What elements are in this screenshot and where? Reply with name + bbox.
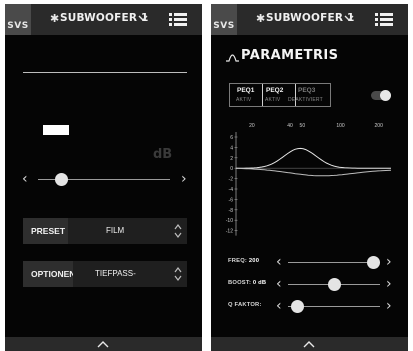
freq-slider-knob[interactable] bbox=[367, 256, 381, 269]
boost-slider-knob[interactable] bbox=[327, 278, 341, 291]
options-value: TIEFPASS- bbox=[95, 269, 136, 278]
section-title: PARAMETRIS bbox=[241, 48, 339, 63]
toggle-knob[interactable] bbox=[380, 90, 391, 101]
parametric-eq-icon bbox=[226, 54, 239, 62]
tab-peq1-name: PEQ1 bbox=[237, 87, 255, 94]
y-tick-label: -6 bbox=[229, 197, 234, 203]
freq-value: 200 bbox=[248, 258, 260, 264]
y-tick-label: -4 bbox=[229, 187, 234, 193]
svs-logo: SVS bbox=[211, 4, 237, 35]
svs-logo: SVS bbox=[5, 4, 31, 35]
boost-left-arrow-icon[interactable]: ‹ bbox=[276, 276, 282, 292]
peq-tab-bar: PEQ1 AKTIV PEQ2 AKTIV PEQ3 DEAKTIVIERT bbox=[229, 83, 331, 107]
y-tick-label: -2 bbox=[229, 177, 234, 183]
tab-peq3[interactable]: PEQ3 DEAKTIVIERT bbox=[288, 84, 332, 106]
right-phone-screen: SVS ✱ SUBWOOFER 1 PARAMETRIS PEQ1 AKTIV … bbox=[211, 4, 408, 351]
eq-curve-total bbox=[236, 167, 392, 177]
chevron-up-icon[interactable] bbox=[302, 340, 316, 349]
x-tick-label: 50 bbox=[300, 123, 306, 129]
x-tick-label: 200 bbox=[375, 123, 384, 129]
y-tick-label: -10 bbox=[226, 218, 233, 224]
tab-peq3-status: DEAKTIVIERT bbox=[288, 97, 323, 103]
tab-peq1-status: AKTIV bbox=[236, 97, 252, 103]
chevron-down-icon[interactable] bbox=[342, 11, 356, 25]
freq-param: FREQ: 200 bbox=[228, 258, 259, 264]
top-bar: SVS ✱ SUBWOOFER 1 bbox=[5, 4, 202, 35]
x-tick-label: 20 bbox=[249, 123, 255, 129]
left-phone-screen: SVS ✱ SUBWOOFER 1 dB ‹ › PRESET FILM OPT… bbox=[5, 4, 202, 351]
eq-response-graph: 6420-2-4-6-8-10-1220 40 50 100 200 bbox=[226, 123, 392, 236]
menu-icon[interactable] bbox=[169, 12, 187, 27]
chevron-down-icon[interactable] bbox=[136, 11, 150, 25]
up-down-icon[interactable] bbox=[173, 265, 183, 283]
preset-value: FILM bbox=[106, 226, 125, 235]
up-down-icon[interactable] bbox=[173, 222, 183, 240]
boost-value: 0 dB bbox=[252, 280, 267, 286]
q-factor-param: Q FAKTOR: bbox=[228, 302, 262, 308]
peq-enable-toggle[interactable] bbox=[371, 90, 391, 101]
tab-peq2-status: AKTIV bbox=[265, 97, 281, 103]
db-unit: dB bbox=[153, 147, 173, 162]
freq-left-arrow-icon[interactable]: ‹ bbox=[276, 254, 282, 270]
chevron-up-icon[interactable] bbox=[96, 340, 110, 349]
eq-curve-band bbox=[236, 147, 391, 169]
slider-right-arrow-icon[interactable]: › bbox=[181, 171, 187, 187]
bottom-bar[interactable] bbox=[5, 337, 202, 351]
boost-label: BOOST: bbox=[228, 280, 252, 286]
bluetooth-icon: ✱ bbox=[50, 13, 60, 25]
q-factor-label: Q FAKTOR: bbox=[228, 302, 262, 308]
q-left-arrow-icon[interactable]: ‹ bbox=[276, 298, 282, 314]
options-label: OPTIONEN bbox=[31, 269, 76, 279]
preset-label: PRESET bbox=[31, 226, 66, 236]
volume-display bbox=[43, 125, 69, 135]
y-tick-label: 6 bbox=[230, 135, 233, 141]
bottom-bar[interactable] bbox=[211, 337, 408, 351]
x-tick-label: 40 bbox=[287, 123, 293, 129]
y-tick-label: 4 bbox=[230, 145, 233, 151]
y-tick-label: 0 bbox=[230, 166, 233, 172]
options-selector[interactable]: OPTIONEN TIEFPASS- bbox=[23, 261, 187, 287]
tab-peq1[interactable]: PEQ1 AKTIV bbox=[230, 84, 262, 106]
volume-slider-knob[interactable] bbox=[55, 173, 69, 186]
preset-value-box[interactable]: FILM bbox=[68, 218, 187, 244]
slider-left-arrow-icon[interactable]: ‹ bbox=[22, 171, 28, 187]
y-tick-label: -12 bbox=[226, 229, 233, 235]
x-tick-label: 100 bbox=[336, 123, 345, 129]
menu-icon[interactable] bbox=[375, 12, 393, 27]
boost-right-arrow-icon[interactable]: › bbox=[386, 276, 392, 292]
preset-selector[interactable]: PRESET FILM bbox=[23, 218, 187, 244]
q-right-arrow-icon[interactable]: › bbox=[386, 298, 392, 314]
bluetooth-icon: ✱ bbox=[256, 13, 266, 25]
freq-right-arrow-icon[interactable]: › bbox=[386, 254, 392, 270]
tab-peq3-name: PEQ3 bbox=[298, 87, 316, 94]
q-slider-knob[interactable] bbox=[290, 300, 304, 313]
y-tick-label: 2 bbox=[230, 156, 233, 162]
options-value-box[interactable]: TIEFPASS- bbox=[73, 261, 187, 287]
tab-peq2-name: PEQ2 bbox=[266, 87, 284, 94]
top-bar: SVS ✱ SUBWOOFER 1 bbox=[211, 4, 408, 35]
y-tick-label: -8 bbox=[229, 208, 234, 214]
boost-param: BOOST: 0 dB bbox=[228, 280, 266, 286]
freq-label: FREQ: bbox=[228, 258, 248, 264]
divider bbox=[23, 72, 187, 73]
